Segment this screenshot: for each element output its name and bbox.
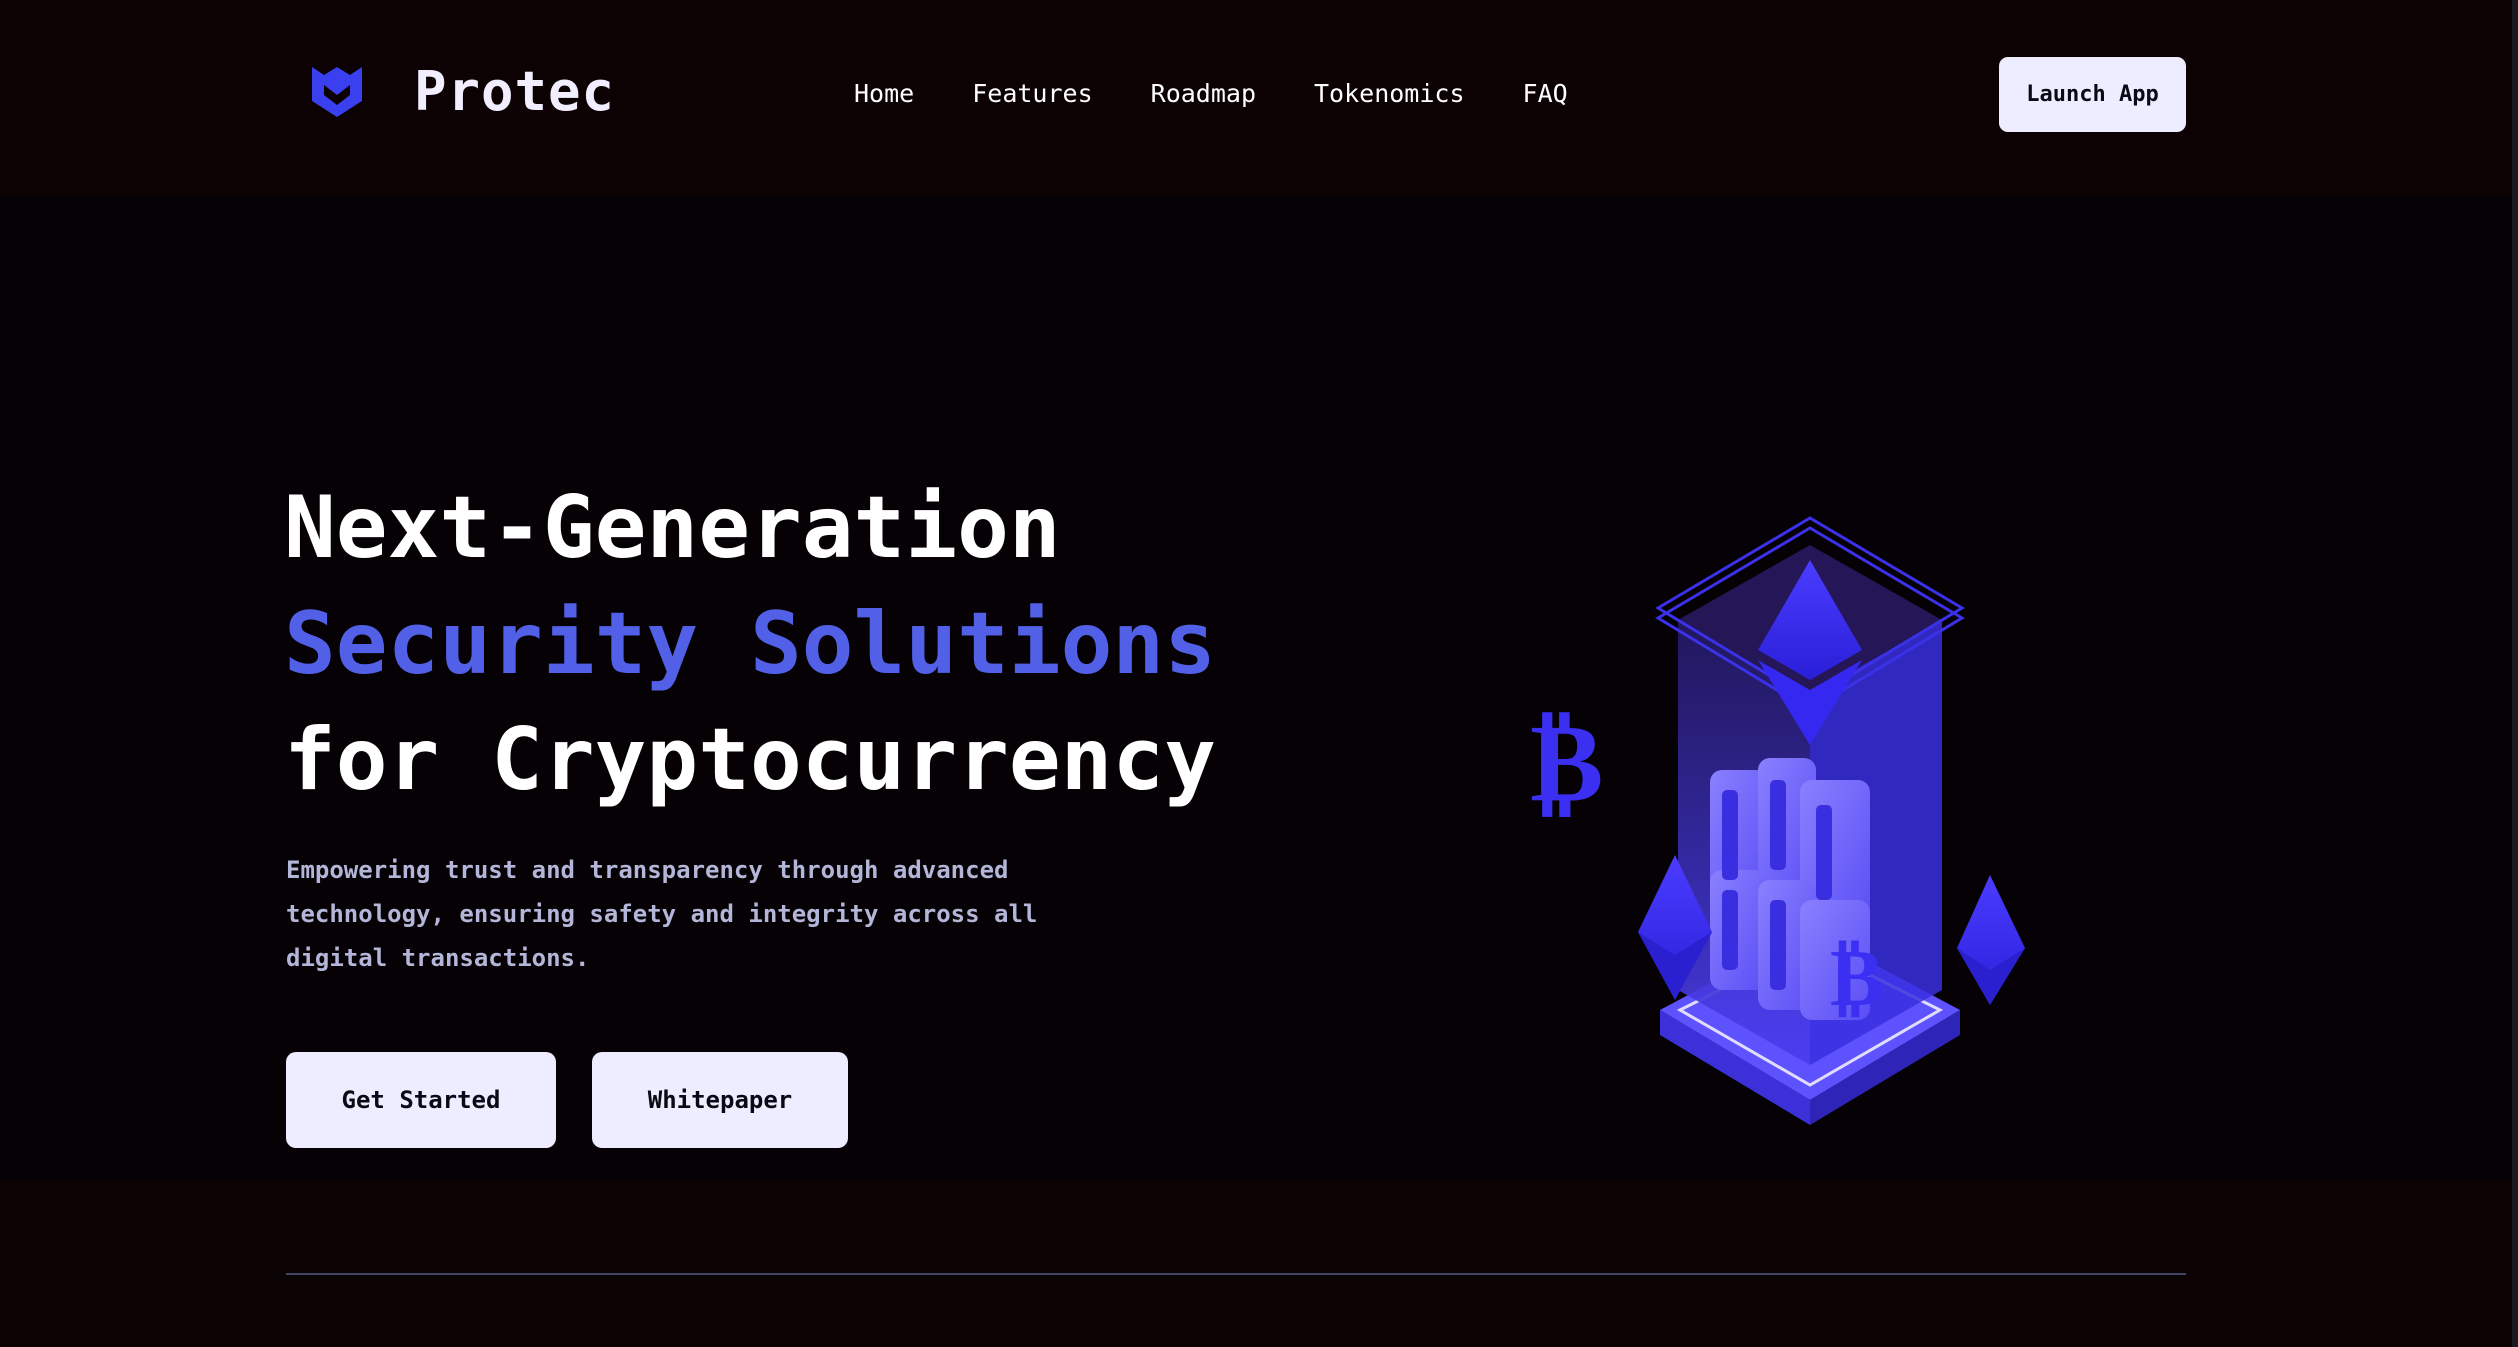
get-started-button[interactable]: Get Started xyxy=(286,1052,556,1148)
hero-actions: Get Started Whitepaper xyxy=(286,1052,848,1148)
hero-description: Empowering trust and transparency throug… xyxy=(286,856,1038,972)
hero-title: Next-Generation Security Solutions for C… xyxy=(284,470,1216,818)
section-divider xyxy=(286,1273,2186,1275)
hero-title-highlight: Security Solutions xyxy=(284,594,1216,694)
whitepaper-button[interactable]: Whitepaper xyxy=(592,1052,848,1148)
bottom-band xyxy=(0,1180,2518,1347)
hero-title-line3: for Cryptocurrency xyxy=(284,710,1216,810)
nav-faq[interactable]: FAQ xyxy=(1523,74,1568,114)
shield-icon xyxy=(312,67,362,117)
nav-features[interactable]: Features xyxy=(972,74,1092,114)
svg-text:₿: ₿ xyxy=(1530,698,1603,826)
nav-tokenomics[interactable]: Tokenomics xyxy=(1314,74,1465,114)
nav-home[interactable]: Home xyxy=(854,74,914,114)
svg-text:₿: ₿ xyxy=(1830,931,1883,1024)
scrollbar[interactable] xyxy=(2512,0,2518,1347)
nav-roadmap[interactable]: Roadmap xyxy=(1151,74,1256,114)
hero-title-line1: Next-Generation xyxy=(284,478,1061,578)
brand-name: Protec xyxy=(414,59,616,123)
brand-logo[interactable]: Protec xyxy=(310,58,615,124)
main-nav: Home Features Roadmap Tokenomics FAQ xyxy=(854,74,1568,114)
landing-page: Protec Home Features Roadmap Tokenomics … xyxy=(0,0,2518,1347)
crypto-vault-illustration: ₿ ₿ xyxy=(1530,516,2025,1125)
site-header: Protec Home Features Roadmap Tokenomics … xyxy=(0,0,2518,195)
launch-app-button[interactable]: Launch App xyxy=(1999,57,2186,132)
